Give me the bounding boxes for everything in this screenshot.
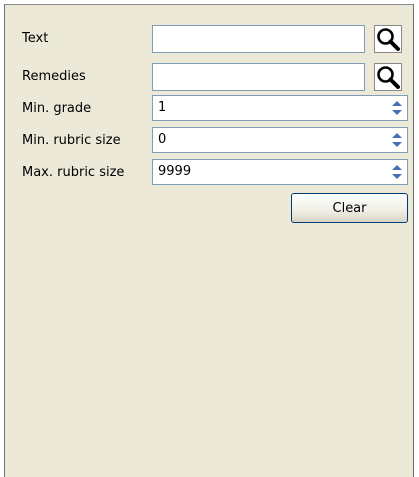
min-rubric-size-label: Min. rubric size [22,133,121,148]
text-label: Text [22,31,49,46]
max-rubric-size-row: Max. rubric size 9999 [5,159,413,187]
min-rubric-size-value[interactable]: 0 [158,128,166,152]
min-rubric-size-row: Min. rubric size 0 [5,127,413,155]
min-grade-label: Min. grade [22,101,92,116]
remedies-input[interactable] [152,63,365,91]
spinner-arrows-icon[interactable] [389,162,405,182]
remedies-search-magnifier-icon[interactable] [374,63,402,91]
min-grade-spinner[interactable]: 1 [152,95,408,121]
remedies-label: Remedies [22,69,86,84]
text-search-magnifier-icon[interactable] [374,25,402,53]
text-filter-row: Text [5,25,413,53]
max-rubric-size-value[interactable]: 9999 [158,160,191,184]
remedies-filter-row: Remedies [5,63,413,91]
spinner-arrows-icon[interactable] [389,130,405,150]
text-input[interactable] [152,25,365,53]
min-grade-row: Min. grade 1 [5,95,413,123]
max-rubric-size-label: Max. rubric size [22,165,125,180]
min-grade-value[interactable]: 1 [158,96,166,120]
clear-button[interactable]: Clear [291,193,408,223]
spinner-arrows-icon[interactable] [389,98,405,118]
min-rubric-size-spinner[interactable]: 0 [152,127,408,153]
filter-panel: Text Remedies Min. grade 1 Min. rubric s… [4,4,414,477]
max-rubric-size-spinner[interactable]: 9999 [152,159,408,185]
